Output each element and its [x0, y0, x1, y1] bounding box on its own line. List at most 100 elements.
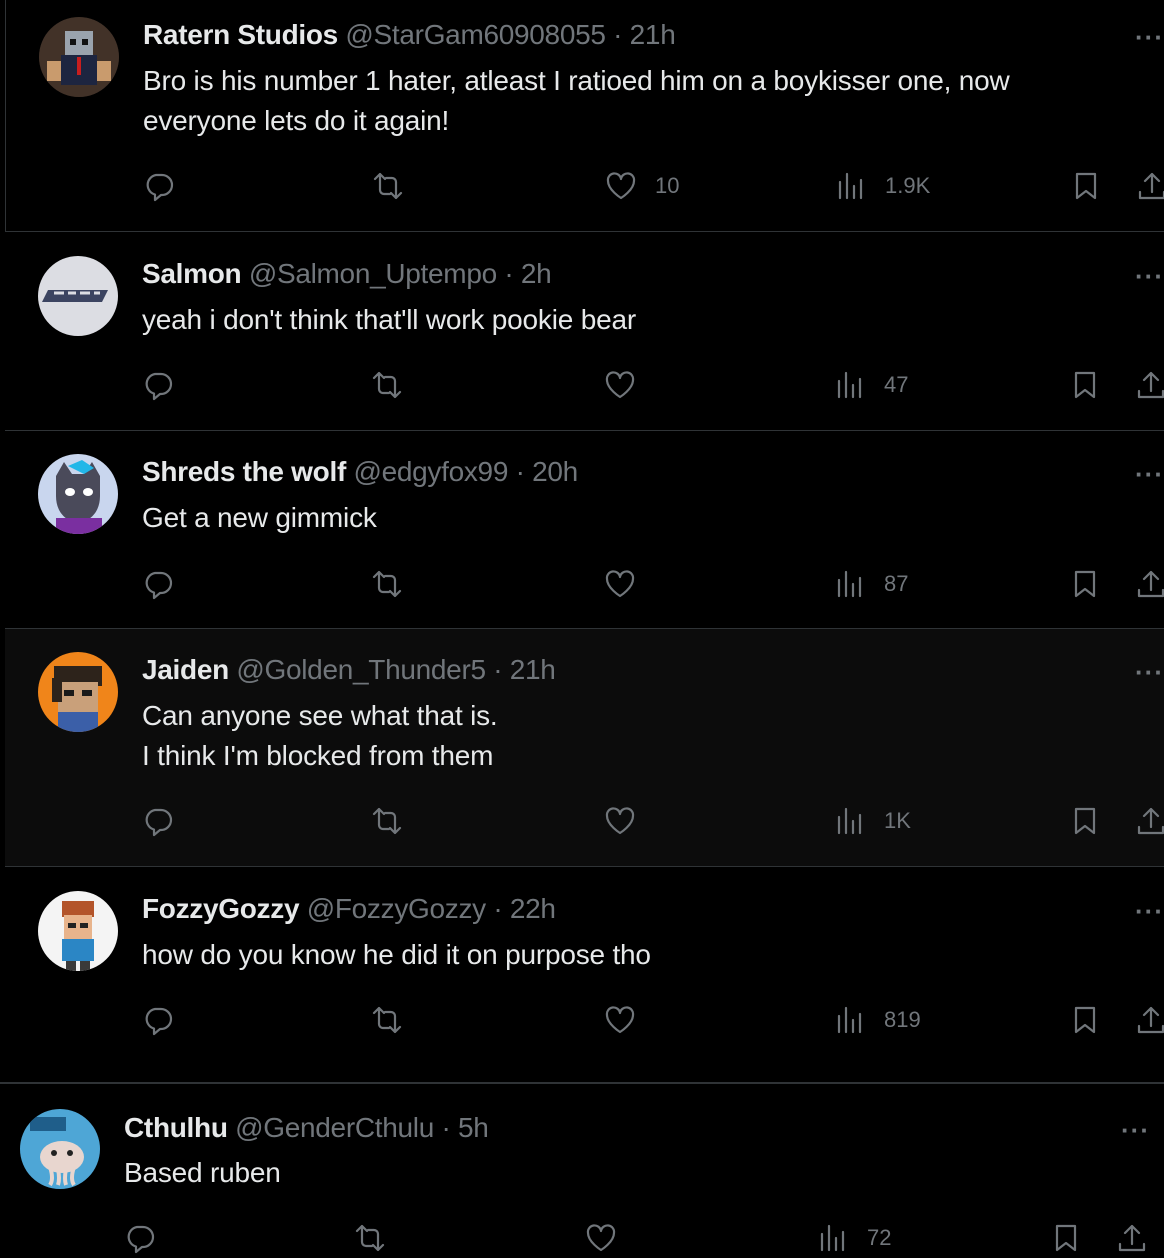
display-name[interactable]: Shreds the wolf [142, 456, 346, 487]
retweet-button[interactable] [372, 166, 404, 206]
reply-button[interactable] [124, 1218, 156, 1258]
retweet-icon [355, 1224, 385, 1252]
avatar[interactable] [38, 652, 118, 732]
reply-button[interactable] [142, 1000, 174, 1040]
separator-dot: · [613, 19, 623, 50]
retweet-button[interactable] [371, 365, 403, 405]
user-handle[interactable]: @Golden_Thunder5 [236, 654, 486, 685]
retweet-button[interactable] [371, 1000, 403, 1040]
analytics-icon [838, 172, 863, 200]
analytics-icon [837, 1006, 862, 1034]
timestamp[interactable]: 21h [630, 19, 676, 50]
more-options-icon[interactable]: ··· [1135, 896, 1164, 927]
share-button[interactable] [1135, 801, 1164, 841]
display-name[interactable]: Salmon [142, 258, 242, 289]
share-button[interactable] [1135, 564, 1164, 604]
tweet-header: Shreds the wolf @edgyfox99 · 20h [142, 456, 578, 488]
bookmark-button[interactable] [1069, 801, 1101, 841]
views-button[interactable]: 1.9K [835, 166, 930, 206]
bookmark-button[interactable] [1050, 1218, 1082, 1258]
user-handle[interactable]: @GenderCthulu [235, 1112, 434, 1143]
avatar[interactable] [20, 1109, 100, 1189]
more-options-icon[interactable]: ··· [1135, 22, 1164, 53]
view-count: 1K [884, 808, 911, 833]
tweet[interactable]: Jaiden @Golden_Thunder5 · 21h ··· Can an… [5, 629, 1164, 867]
tweet[interactable]: Cthulhu @GenderCthulu · 5h ··· Based rub… [0, 1084, 1164, 1256]
tweet[interactable]: Salmon @Salmon_Uptempo · 2h ··· yeah i d… [5, 232, 1164, 431]
display-name[interactable]: Jaiden [142, 654, 229, 685]
views-button[interactable]: 819 [834, 1000, 921, 1040]
view-count: 819 [884, 1007, 921, 1032]
display-name[interactable]: Cthulhu [124, 1112, 228, 1143]
avatar[interactable] [38, 256, 118, 336]
avatar[interactable] [39, 17, 119, 97]
bookmark-button[interactable] [1069, 1000, 1101, 1040]
reply-icon [127, 1225, 155, 1254]
more-options-icon[interactable]: ··· [1135, 459, 1164, 490]
timestamp[interactable]: 21h [510, 654, 556, 685]
timestamp[interactable]: 22h [510, 893, 556, 924]
more-options-icon[interactable]: ··· [1135, 261, 1164, 292]
action-bar: 1K [142, 801, 1164, 841]
pixel-character-avatar-icon [38, 652, 118, 732]
bookmark-button[interactable] [1070, 166, 1102, 206]
separator-dot: · [493, 893, 503, 924]
tweet[interactable]: FozzyGozzy @FozzyGozzy · 22h ··· how do … [5, 867, 1164, 1057]
timestamp[interactable]: 2h [521, 258, 552, 289]
avatar[interactable] [38, 891, 118, 971]
reply-button[interactable] [143, 166, 175, 206]
retweet-button[interactable] [371, 564, 403, 604]
view-count: 72 [867, 1225, 892, 1250]
share-icon [1137, 1006, 1164, 1034]
display-name[interactable]: Ratern Studios [143, 19, 338, 50]
like-button[interactable] [604, 801, 654, 841]
timestamp[interactable]: 20h [532, 456, 578, 487]
views-button[interactable]: 72 [817, 1218, 891, 1258]
views-button[interactable]: 87 [834, 564, 908, 604]
user-handle[interactable]: @StarGam60908055 [345, 19, 606, 50]
tweet[interactable]: Ratern Studios @StarGam60908055 · 21h ··… [5, 0, 1164, 232]
bookmark-icon [1055, 1224, 1077, 1252]
tweet-text: yeah i don't think that'll work pookie b… [142, 304, 636, 335]
share-button[interactable] [1116, 1218, 1148, 1258]
reply-button[interactable] [142, 564, 174, 604]
reply-button[interactable] [142, 365, 174, 405]
like-button[interactable] [585, 1218, 635, 1258]
views-button[interactable]: 47 [834, 365, 908, 405]
more-options-icon[interactable]: ··· [1121, 1115, 1150, 1146]
user-handle[interactable]: @Salmon_Uptempo [249, 258, 497, 289]
retweet-button[interactable] [354, 1218, 386, 1258]
avatar[interactable] [38, 454, 118, 534]
retweet-icon [372, 570, 402, 598]
more-options-icon[interactable]: ··· [1135, 657, 1164, 688]
reply-icon [145, 1007, 173, 1036]
tweet[interactable]: Shreds the wolf @edgyfox99 · 20h ··· Get… [5, 431, 1164, 629]
timestamp[interactable]: 5h [458, 1112, 489, 1143]
heart-icon [605, 1006, 635, 1034]
retweet-icon [372, 807, 402, 835]
tweet-header: Salmon @Salmon_Uptempo · 2h [142, 258, 552, 290]
bookmark-button[interactable] [1069, 564, 1101, 604]
share-icon [1138, 172, 1164, 200]
share-button[interactable] [1136, 166, 1164, 206]
separator-dot: · [515, 456, 525, 487]
views-button[interactable]: 1K [834, 801, 911, 841]
like-count: 10 [655, 173, 680, 198]
like-button[interactable] [604, 1000, 654, 1040]
display-name[interactable]: FozzyGozzy [142, 893, 300, 924]
retweet-button[interactable] [371, 801, 403, 841]
share-button[interactable] [1135, 1000, 1164, 1040]
like-button[interactable] [604, 365, 654, 405]
retweet-icon [372, 1006, 402, 1034]
user-handle[interactable]: @FozzyGozzy [307, 893, 486, 924]
user-handle[interactable]: @edgyfox99 [353, 456, 508, 487]
tweet-text: Can anyone see what that is. I think I'm… [142, 700, 498, 771]
bookmark-icon [1075, 172, 1097, 200]
like-button[interactable] [604, 564, 654, 604]
share-button[interactable] [1135, 365, 1164, 405]
bookmark-button[interactable] [1069, 365, 1101, 405]
analytics-icon [837, 807, 862, 835]
reply-icon [145, 808, 173, 837]
reply-button[interactable] [142, 801, 174, 841]
like-button[interactable]: 10 [605, 166, 679, 206]
